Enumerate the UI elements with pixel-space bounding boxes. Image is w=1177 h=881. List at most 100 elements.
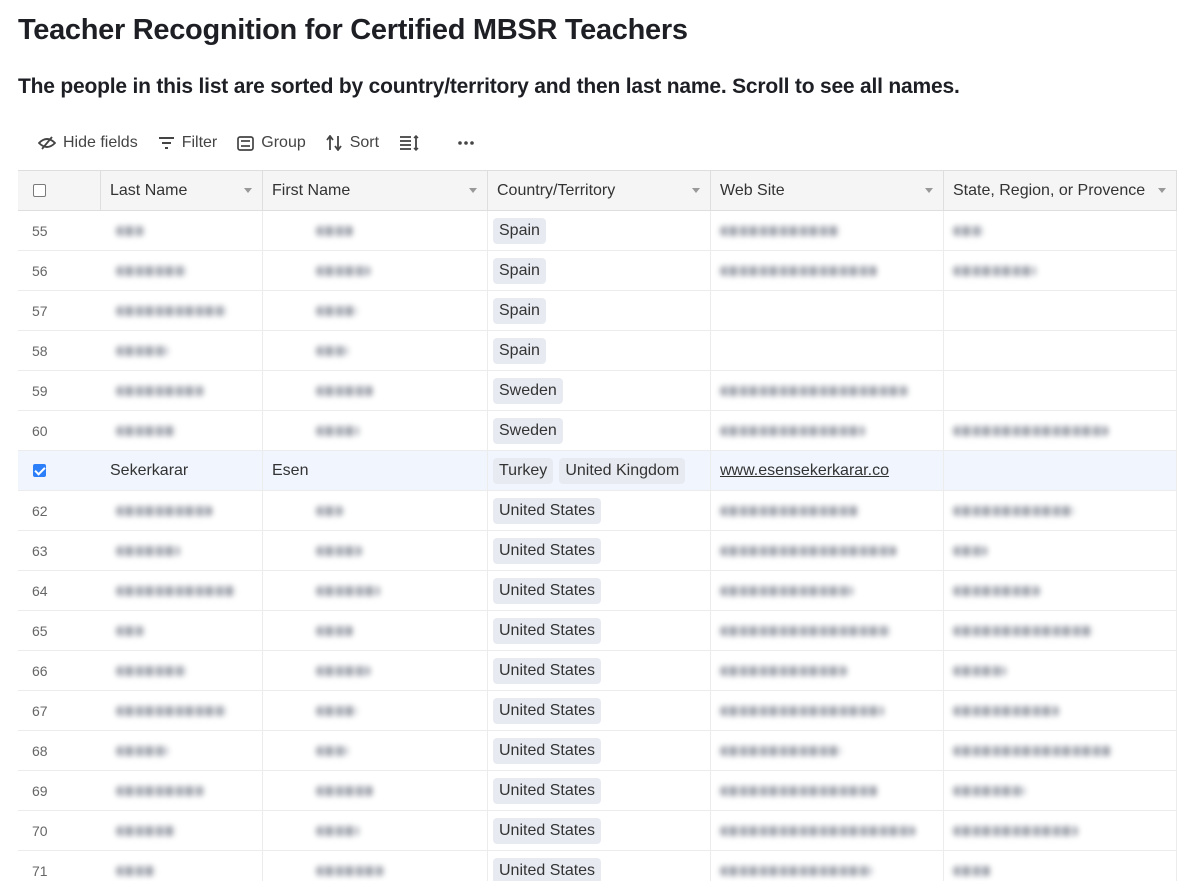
row-number-cell[interactable]: 62 [18, 491, 101, 530]
last-name-cell[interactable] [101, 371, 263, 410]
table-row[interactable]: 56 Spain [18, 251, 1177, 291]
table-row-selected[interactable]: Sekerkarar Esen Turkey United Kingdom www.es… [18, 451, 1177, 491]
first-name-cell[interactable] [263, 291, 488, 330]
country-cell[interactable]: United States [488, 611, 711, 650]
state-cell[interactable] [944, 331, 1177, 370]
row-number-cell[interactable]: 59 [18, 371, 101, 410]
country-cell[interactable]: United States [488, 491, 711, 530]
column-header-website[interactable]: Web Site [711, 171, 944, 210]
column-header-first-name[interactable]: First Name [263, 171, 488, 210]
last-name-cell[interactable] [101, 691, 263, 730]
last-name-cell[interactable]: Sekerkarar [101, 451, 263, 490]
last-name-cell[interactable] [101, 411, 263, 450]
country-cell[interactable]: Spain [488, 211, 711, 250]
last-name-cell[interactable] [101, 571, 263, 610]
row-checkbox[interactable] [33, 464, 46, 477]
first-name-cell[interactable] [263, 491, 488, 530]
first-name-cell[interactable] [263, 571, 488, 610]
first-name-cell[interactable] [263, 651, 488, 690]
state-cell[interactable] [944, 691, 1177, 730]
first-name-cell[interactable] [263, 331, 488, 370]
last-name-cell[interactable] [101, 851, 263, 881]
hide-fields-button[interactable]: Hide fields [28, 128, 148, 158]
state-cell[interactable] [944, 611, 1177, 650]
table-row[interactable]: 57 Spain [18, 291, 1177, 331]
row-height-button[interactable] [389, 128, 429, 158]
row-number-cell[interactable]: 56 [18, 251, 101, 290]
country-cell[interactable]: United States [488, 811, 711, 850]
website-cell[interactable] [711, 691, 944, 730]
table-row[interactable]: 65 United States [18, 611, 1177, 651]
row-number-cell[interactable] [18, 451, 101, 490]
last-name-cell[interactable] [101, 331, 263, 370]
filter-button[interactable]: Filter [148, 128, 228, 158]
state-cell[interactable] [944, 211, 1177, 250]
first-name-cell[interactable] [263, 211, 488, 250]
website-cell[interactable] [711, 371, 944, 410]
country-cell[interactable]: Sweden [488, 411, 711, 450]
website-cell[interactable] [711, 291, 944, 330]
state-cell[interactable] [944, 531, 1177, 570]
row-number-cell[interactable]: 68 [18, 731, 101, 770]
state-cell[interactable] [944, 811, 1177, 850]
first-name-cell[interactable] [263, 851, 488, 881]
row-number-cell[interactable]: 60 [18, 411, 101, 450]
state-cell[interactable] [944, 291, 1177, 330]
website-cell[interactable] [711, 331, 944, 370]
column-menu-icon[interactable] [469, 188, 477, 193]
country-cell[interactable]: United States [488, 851, 711, 881]
last-name-cell[interactable] [101, 491, 263, 530]
table-row[interactable]: 62 United States [18, 491, 1177, 531]
last-name-cell[interactable] [101, 651, 263, 690]
more-options-button[interactable] [447, 128, 485, 158]
table-row[interactable]: 69 United States [18, 771, 1177, 811]
row-number-cell[interactable]: 57 [18, 291, 101, 330]
last-name-cell[interactable] [101, 291, 263, 330]
country-cell[interactable]: United States [488, 571, 711, 610]
row-number-cell[interactable]: 69 [18, 771, 101, 810]
table-row[interactable]: 71 United States [18, 851, 1177, 881]
column-header-last-name[interactable]: Last Name [101, 171, 263, 210]
website-cell[interactable] [711, 411, 944, 450]
last-name-cell[interactable] [101, 811, 263, 850]
state-cell[interactable] [944, 451, 1177, 490]
website-cell[interactable] [711, 251, 944, 290]
last-name-cell[interactable] [101, 251, 263, 290]
website-cell[interactable] [711, 731, 944, 770]
website-cell[interactable] [711, 811, 944, 850]
country-cell[interactable]: Spain [488, 331, 711, 370]
column-header-country[interactable]: Country/Territory [488, 171, 711, 210]
state-cell[interactable] [944, 731, 1177, 770]
country-cell[interactable]: Sweden [488, 371, 711, 410]
last-name-cell[interactable] [101, 771, 263, 810]
country-cell[interactable]: United States [488, 691, 711, 730]
row-number-cell[interactable]: 71 [18, 851, 101, 881]
table-row[interactable]: 68 United States [18, 731, 1177, 771]
website-cell[interactable] [711, 651, 944, 690]
table-row[interactable]: 55 Spain [18, 211, 1177, 251]
row-number-cell[interactable]: 70 [18, 811, 101, 850]
website-cell[interactable] [711, 611, 944, 650]
first-name-cell[interactable] [263, 371, 488, 410]
table-row[interactable]: 60 Sweden [18, 411, 1177, 451]
table-row[interactable]: 66 United States [18, 651, 1177, 691]
sort-button[interactable]: Sort [316, 128, 389, 158]
first-name-cell[interactable] [263, 731, 488, 770]
row-number-cell[interactable]: 63 [18, 531, 101, 570]
website-link[interactable]: www.esensekerkarar.co [720, 462, 889, 480]
first-name-cell[interactable] [263, 771, 488, 810]
country-cell[interactable]: United States [488, 771, 711, 810]
last-name-cell[interactable] [101, 531, 263, 570]
website-cell[interactable] [711, 531, 944, 570]
last-name-cell[interactable] [101, 731, 263, 770]
select-all-checkbox[interactable] [33, 184, 46, 197]
country-cell[interactable]: Spain [488, 251, 711, 290]
row-number-cell[interactable]: 64 [18, 571, 101, 610]
row-number-cell[interactable]: 65 [18, 611, 101, 650]
country-cell[interactable]: Turkey United Kingdom [488, 451, 711, 490]
table-row[interactable]: 67 United States [18, 691, 1177, 731]
website-cell[interactable] [711, 571, 944, 610]
row-number-cell[interactable]: 67 [18, 691, 101, 730]
first-name-cell[interactable] [263, 531, 488, 570]
country-cell[interactable]: United States [488, 651, 711, 690]
